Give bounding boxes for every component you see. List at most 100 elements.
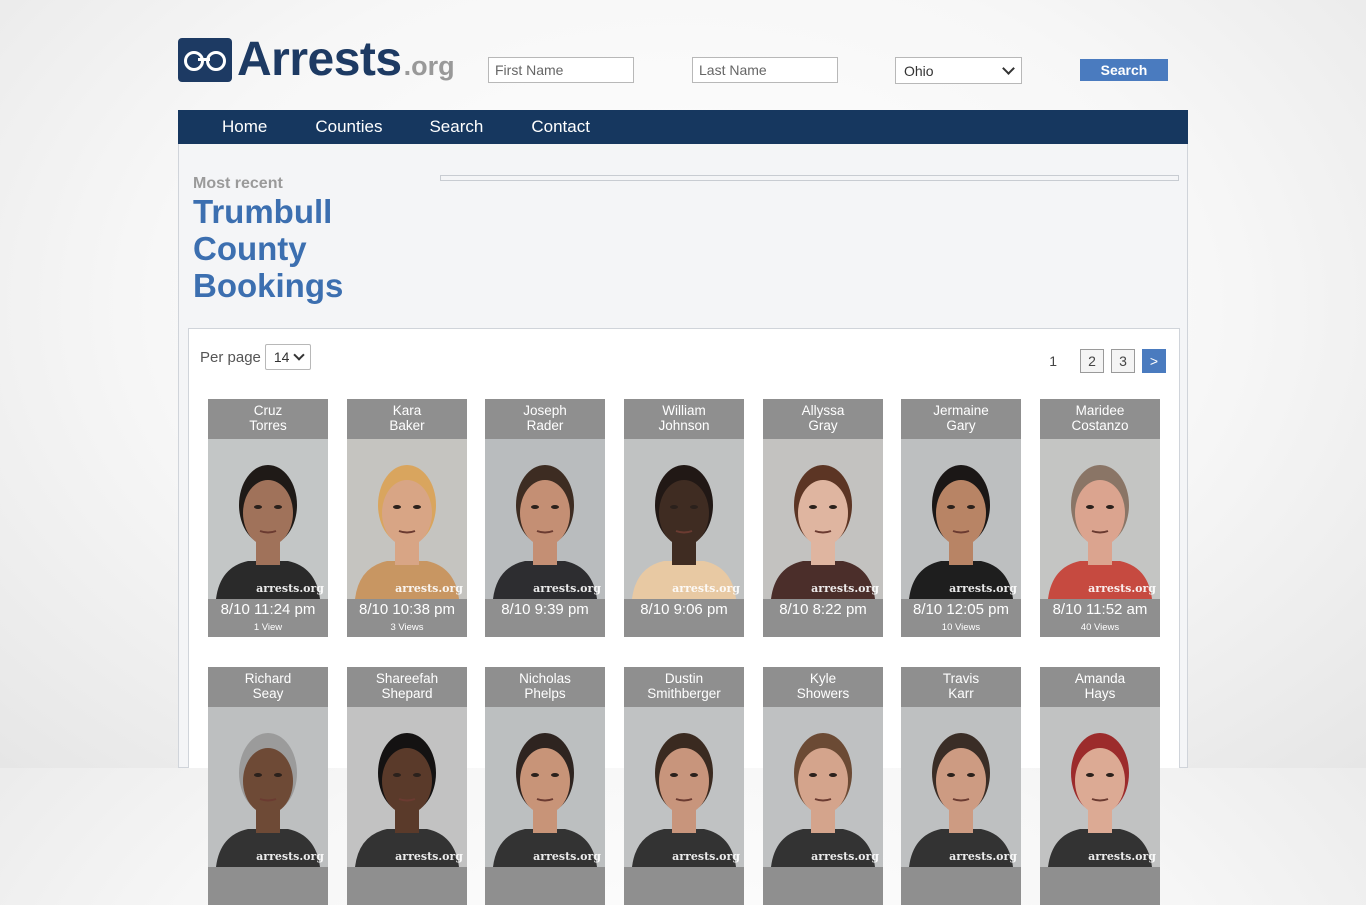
- logo-wordmark: Arrests: [237, 33, 402, 86]
- page-link-2[interactable]: 2: [1080, 349, 1104, 373]
- booking-first-name: Shareefah: [375, 671, 439, 686]
- booking-card[interactable]: Kyle Showers arrests.org: [763, 667, 883, 905]
- page-title: Trumbull County Bookings: [193, 193, 344, 304]
- booking-last-name: Gary: [946, 418, 976, 433]
- mugshot-photo[interactable]: arrests.org: [763, 707, 883, 867]
- state-select[interactable]: Ohio: [895, 57, 1022, 84]
- booking-first-name: Kara: [392, 403, 422, 418]
- booking-date: 8/10 12:05 pm: [913, 601, 1009, 618]
- booking-card[interactable]: Nicholas Phelps arrests.org: [485, 667, 605, 905]
- mugshot-photo[interactable]: arrests.org: [347, 707, 467, 867]
- mugshot-photo[interactable]: arrests.org: [901, 439, 1021, 599]
- booking-first-name: Dustin: [664, 671, 704, 686]
- booking-name[interactable]: Cruz Torres: [208, 399, 328, 439]
- mugshot-photo[interactable]: arrests.org: [624, 439, 744, 599]
- booking-first-name: Richard: [244, 671, 292, 686]
- booking-card[interactable]: Shareefah Shepard arrests.org: [347, 667, 467, 905]
- photo-watermark: arrests.org: [256, 582, 324, 595]
- booking-card[interactable]: Travis Karr arrests.org: [901, 667, 1021, 905]
- booking-name[interactable]: Amanda Hays: [1040, 667, 1160, 707]
- booking-card[interactable]: Allyssa Gray arrests.org 8/10 8:22 pm: [763, 399, 883, 637]
- booking-name[interactable]: Shareefah Shepard: [347, 667, 467, 707]
- booking-name[interactable]: Allyssa Gray: [763, 399, 883, 439]
- mugshot-photo[interactable]: arrests.org: [485, 439, 605, 599]
- booking-last-name: Torres: [249, 418, 287, 433]
- site-logo[interactable]: Arrests .org: [178, 33, 455, 86]
- mugshot-photo[interactable]: arrests.org: [347, 439, 467, 599]
- first-name-input[interactable]: [488, 57, 634, 83]
- handcuffs-icon: [178, 38, 232, 82]
- photo-watermark: arrests.org: [949, 582, 1017, 595]
- booking-last-name: Showers: [796, 686, 850, 701]
- booking-name[interactable]: Travis Karr: [901, 667, 1021, 707]
- pagination: 1 2 3 >: [1049, 349, 1166, 373]
- per-page-select[interactable]: 14: [264, 344, 311, 370]
- chevron-down-icon: [293, 349, 305, 361]
- last-name-input[interactable]: [692, 57, 838, 83]
- booking-last-name: Costanzo: [1071, 418, 1129, 433]
- booking-last-name: Rader: [526, 418, 564, 433]
- booking-first-name: Kyle: [809, 671, 837, 686]
- booking-views: 3 Views: [390, 622, 424, 633]
- photo-watermark: arrests.org: [811, 582, 879, 595]
- mugshot-photo[interactable]: arrests.org: [208, 707, 328, 867]
- booking-card[interactable]: Joseph Rader arrests.org 8/10 9:39 pm: [485, 399, 605, 637]
- booking-name[interactable]: Joseph Rader: [485, 399, 605, 439]
- booking-first-name: Jermaine: [933, 403, 989, 418]
- mugshot-photo[interactable]: arrests.org: [763, 439, 883, 599]
- booking-name[interactable]: Jermaine Gary: [901, 399, 1021, 439]
- booking-first-name: Amanda: [1074, 671, 1126, 686]
- booking-first-name: Cruz: [253, 403, 283, 418]
- per-page-control: Per page 14: [200, 344, 311, 370]
- mugshot-photo[interactable]: arrests.org: [1040, 707, 1160, 867]
- booking-first-name: Maridee: [1075, 403, 1125, 418]
- booking-card[interactable]: Maridee Costanzo arrests.org 8/10 11:52 am 4…: [1040, 399, 1160, 637]
- nav-counties[interactable]: Counties: [315, 117, 382, 137]
- booking-first-name: Nicholas: [519, 671, 571, 686]
- booking-date: 8/10 11:24 pm: [220, 601, 316, 618]
- state-select-value: Ohio: [904, 62, 934, 79]
- booking-name[interactable]: Kara Baker: [347, 399, 467, 439]
- mugshot-photo[interactable]: arrests.org: [624, 707, 744, 867]
- next-page-button[interactable]: >: [1142, 349, 1166, 373]
- page-kicker: Most recent: [193, 175, 283, 192]
- photo-watermark: arrests.org: [949, 850, 1017, 863]
- booking-card[interactable]: Richard Seay arrests.org: [208, 667, 328, 905]
- mugshot-photo[interactable]: arrests.org: [1040, 439, 1160, 599]
- booking-last-name: Shepard: [381, 686, 433, 701]
- booking-card[interactable]: Jermaine Gary arrests.org 8/10 12:05 pm 10 V…: [901, 399, 1021, 637]
- booking-name[interactable]: Nicholas Phelps: [485, 667, 605, 707]
- mugshot-photo[interactable]: arrests.org: [485, 707, 605, 867]
- booking-last-name: Gray: [808, 418, 838, 433]
- booking-views: 40 Views: [1080, 622, 1120, 633]
- nav-search[interactable]: Search: [429, 117, 483, 137]
- main-nav: Home Counties Search Contact: [178, 110, 1188, 144]
- booking-card[interactable]: Cruz Torres arrests.org 8/10 11:24 pm 1 View: [208, 399, 328, 637]
- nav-contact[interactable]: Contact: [531, 117, 590, 137]
- booking-name[interactable]: Dustin Smithberger: [624, 667, 744, 707]
- booking-name[interactable]: Maridee Costanzo: [1040, 399, 1160, 439]
- photo-watermark: arrests.org: [811, 850, 879, 863]
- booking-last-name: Baker: [389, 418, 425, 433]
- mugshot-photo[interactable]: arrests.org: [208, 439, 328, 599]
- photo-watermark: arrests.org: [395, 582, 463, 595]
- mugshot-photo[interactable]: arrests.org: [901, 707, 1021, 867]
- booking-card[interactable]: William Johnson arrests.org 8/10 9:06 pm: [624, 399, 744, 637]
- booking-views: 1 View: [253, 622, 283, 633]
- nav-home[interactable]: Home: [222, 117, 267, 137]
- booking-date: 8/10 9:06 pm: [640, 601, 728, 618]
- booking-name[interactable]: Richard Seay: [208, 667, 328, 707]
- booking-last-name: Seay: [252, 686, 284, 701]
- booking-card[interactable]: Kara Baker arrests.org 8/10 10:38 pm 3 Views: [347, 399, 467, 637]
- booking-name[interactable]: Kyle Showers: [763, 667, 883, 707]
- booking-card[interactable]: Amanda Hays arrests.org: [1040, 667, 1160, 905]
- booking-card[interactable]: Dustin Smithberger arrests.org: [624, 667, 744, 905]
- booking-first-name: Allyssa: [801, 403, 845, 418]
- booking-name[interactable]: William Johnson: [624, 399, 744, 439]
- page-link-3[interactable]: 3: [1111, 349, 1135, 373]
- booking-date: 8/10 8:22 pm: [779, 601, 867, 618]
- per-page-value: 14: [273, 349, 290, 365]
- photo-watermark: arrests.org: [672, 850, 740, 863]
- search-button[interactable]: Search: [1080, 59, 1168, 81]
- photo-watermark: arrests.org: [672, 582, 740, 595]
